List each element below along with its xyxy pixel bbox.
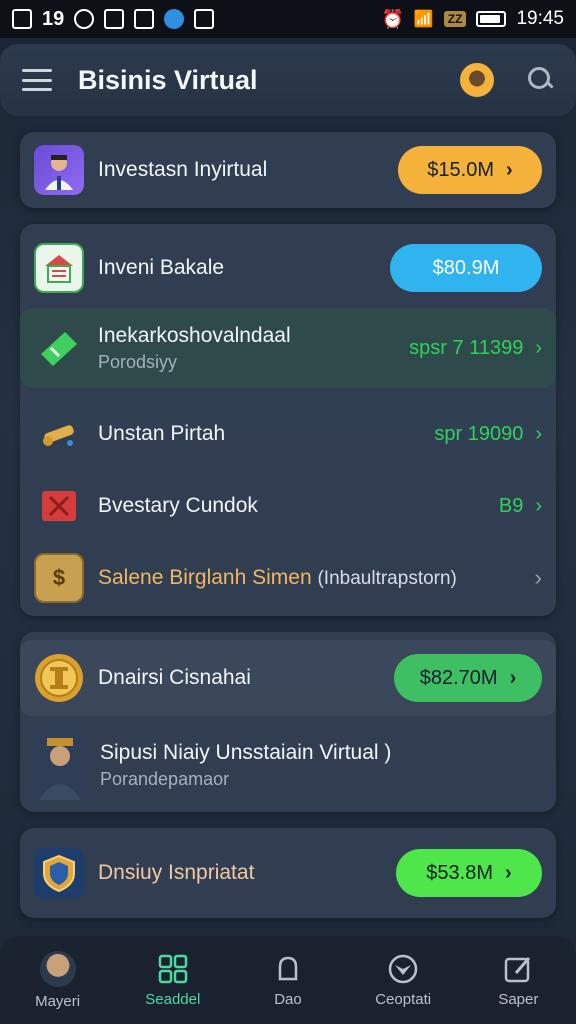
value-text: spr 19090 › <box>434 423 542 446</box>
gold-coin-icon <box>34 653 84 703</box>
row-label: Dnairsi Cisnahai <box>98 666 251 689</box>
chevron-right-icon: › <box>505 861 512 884</box>
nav-item-dao[interactable]: Dao <box>238 953 338 1008</box>
chevron-right-icon: › <box>535 336 542 359</box>
notification-icon <box>12 9 32 29</box>
app-header: Bisinis Virtual <box>0 44 576 116</box>
shield-card: Dnsiuy Isnpriatat $53.8M › <box>20 828 556 918</box>
chevron-right-icon: › <box>535 422 542 445</box>
chevron-right-icon[interactable]: › <box>535 565 542 591</box>
row-label: Inveni Bakale <box>98 256 225 279</box>
status-bar: 19 ⏰ 📶 ZZ 19:45 <box>0 0 576 38</box>
twitter-icon <box>164 9 185 29</box>
clock-icon <box>74 9 95 29</box>
profile-card: Dnairsi Cisnahai $82.70M › Sipusi Niaiy … <box>20 632 556 812</box>
row-label: Investasn Inyirtual <box>98 158 268 181</box>
battery-icon <box>476 11 507 27</box>
list-item[interactable]: Inekarkoshovalndaal Porodsiyy spsr 7 113… <box>20 308 556 388</box>
list-item[interactable]: $ Salene Birglanh Simen (Inbaultrapstorn… <box>20 544 556 612</box>
ticket-icon <box>34 323 84 373</box>
chevron-right-icon: › <box>535 494 542 517</box>
nav-label: Mayeri <box>35 992 81 1010</box>
wifi-icon: 📶 <box>413 11 434 28</box>
list-item[interactable]: Unstan Pirtah spr 19090 › <box>20 400 556 468</box>
menu-icon[interactable] <box>22 69 52 91</box>
avatar[interactable] <box>460 63 494 97</box>
row-label-group: Salene Birglanh Simen (Inbaultrapstorn) <box>98 566 457 590</box>
nav-label: Dao <box>274 990 302 1008</box>
avatar <box>39 950 76 987</box>
value-amount: spr 19090 <box>434 422 524 445</box>
value-button[interactable]: $53.8M › <box>396 849 542 897</box>
nav-item-saper[interactable]: Saper <box>468 953 568 1008</box>
x-box-icon <box>34 481 84 531</box>
value-button[interactable]: $82.70M › <box>394 654 542 702</box>
bottom-nav: Mayeri Seaddel Dao Ceoptati Saper <box>0 936 576 1024</box>
chevron-right-icon: › <box>509 666 517 689</box>
shield-s-icon: $ <box>34 553 84 603</box>
value-text: spsr 7 11399 › <box>409 337 542 360</box>
key-icon <box>34 409 84 459</box>
list-item[interactable]: Sipusi Niaiy Unsstaiain Virtual ) Porand… <box>20 726 556 804</box>
status-left-text: 19 <box>42 7 65 30</box>
value-text: $80.9M <box>432 256 500 279</box>
nav-label: Saper <box>498 990 539 1008</box>
person-icon <box>34 729 86 801</box>
status-time: 19:45 <box>516 8 564 29</box>
page-title: Bisinis Virtual <box>78 64 258 95</box>
business-list-card: Inveni Bakale $80.9M Inekarkoshovalndaal… <box>20 224 556 616</box>
list-item[interactable]: Inveni Bakale $80.9M <box>20 234 556 302</box>
list-item[interactable]: Investasn Inyirtual $15.0M › <box>20 132 556 208</box>
row-sublabel: (Inbaultrapstorn) <box>317 568 457 589</box>
grid-icon <box>157 953 189 985</box>
value-text: $82.70M <box>419 666 498 689</box>
list-item[interactable]: Bvestary Cundok B9 › <box>20 472 556 540</box>
house-icon <box>34 243 84 293</box>
compass-icon <box>387 953 419 985</box>
list-item[interactable]: Dnairsi Cisnahai $82.70M › <box>20 640 556 716</box>
value-amount: spsr 7 11399 <box>409 336 524 359</box>
value-button[interactable]: $15.0M › <box>398 146 542 194</box>
nav-label: Ceoptati <box>375 990 432 1008</box>
row-sublabel: Porandepamaor <box>100 768 230 789</box>
row-label: Salene Birglanh Simen <box>98 566 312 589</box>
nav-item-seaddel[interactable]: Seaddel <box>123 953 223 1008</box>
status-badge: ZZ <box>443 11 467 27</box>
row-label: Bvestary Cundok <box>98 494 258 517</box>
list-item[interactable]: Dnsiuy Isnpriatat $53.8M › <box>20 836 556 910</box>
nav-item-ceoptati[interactable]: Ceoptati <box>353 953 453 1008</box>
row-label: Inekarkoshovalndaal <box>98 323 291 347</box>
row-label: Sipusi Niaiy Unsstaiain Virtual ) <box>100 740 392 764</box>
value-text: $53.8M <box>426 861 494 884</box>
row-label: Dnsiuy Isnpriatat <box>98 861 255 884</box>
message-icon <box>194 9 215 29</box>
value-text: B9 › <box>499 495 542 518</box>
shield-icon <box>34 848 84 898</box>
mail-icon <box>104 9 125 29</box>
investment-card: Investasn Inyirtual $15.0M › <box>20 132 556 208</box>
bell-icon <box>272 953 304 985</box>
nav-label: Seaddel <box>145 990 201 1008</box>
app-icon <box>134 9 155 29</box>
chevron-right-icon: › <box>506 158 513 181</box>
row-label: Unstan Pirtah <box>98 422 226 445</box>
alarm-icon: ⏰ <box>381 8 404 29</box>
search-icon[interactable] <box>528 67 554 93</box>
nav-item-mayeri[interactable]: Mayeri <box>8 950 108 1010</box>
edit-icon <box>502 953 534 985</box>
value-amount: B9 <box>498 494 524 517</box>
value-text: $15.0M <box>427 158 495 181</box>
row-sublabel: Porodsiyy <box>98 351 178 372</box>
value-button[interactable]: $80.9M <box>390 244 542 292</box>
person-icon <box>34 145 84 195</box>
